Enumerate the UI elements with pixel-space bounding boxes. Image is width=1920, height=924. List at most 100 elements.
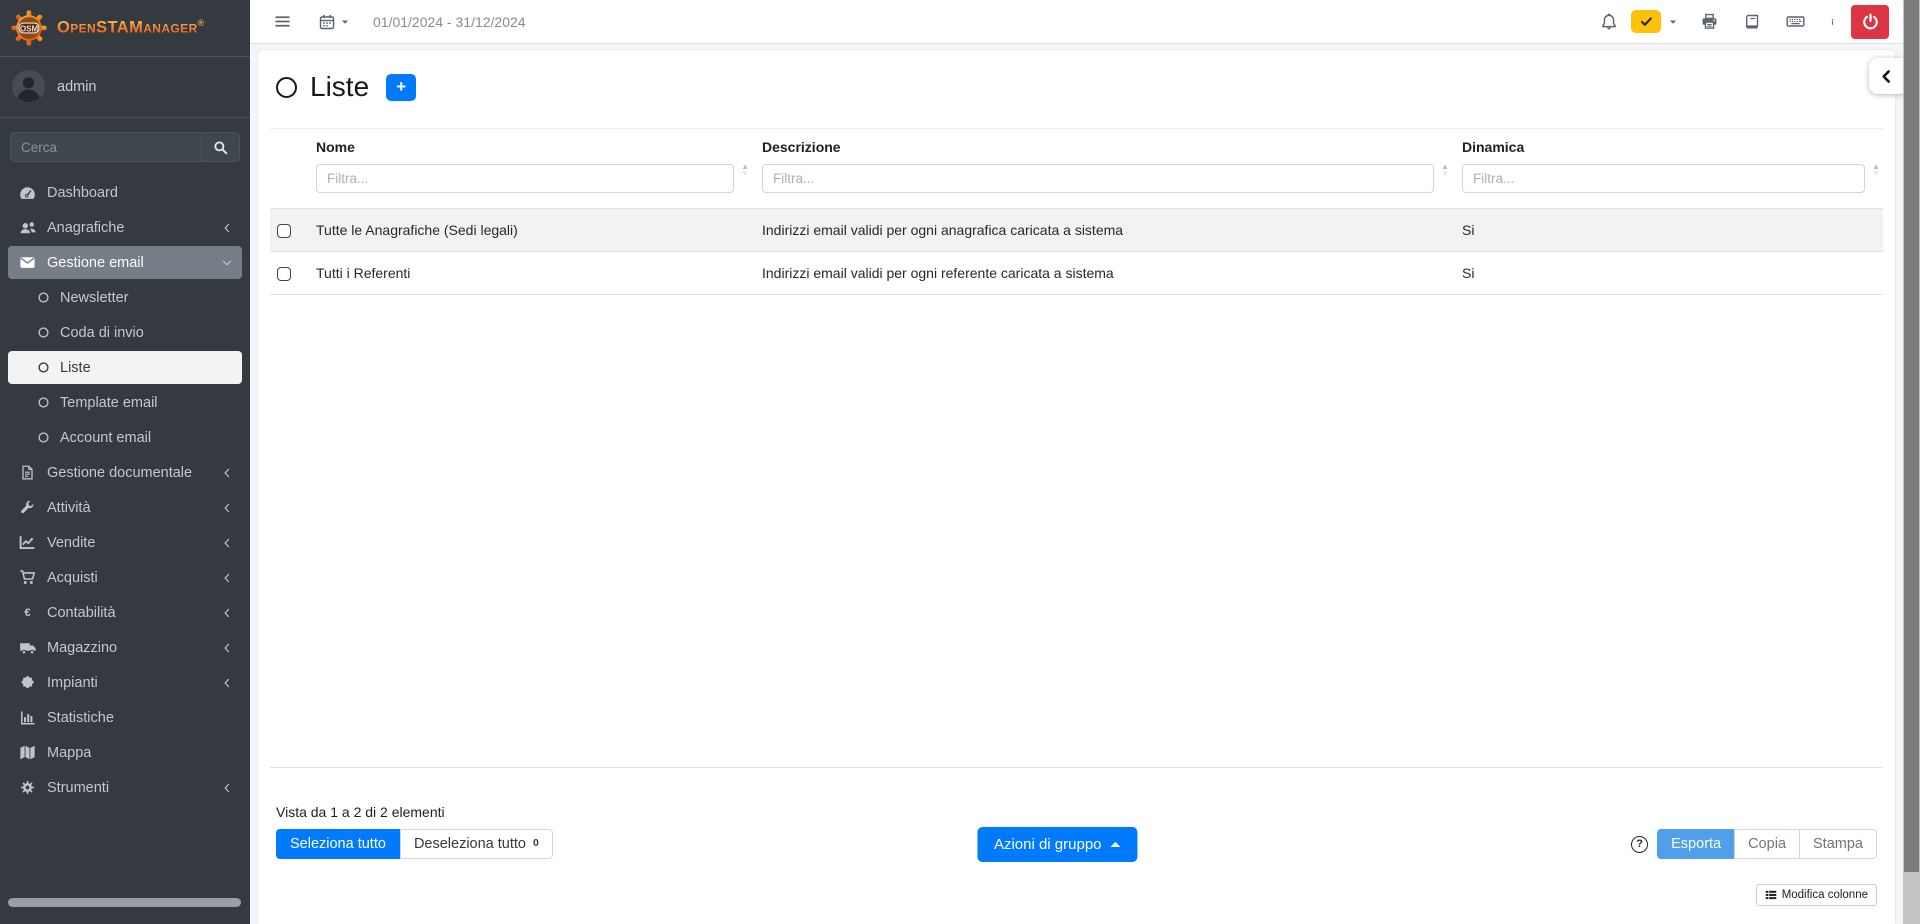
sidebar-item-strumenti[interactable]: Strumenti [8,771,242,804]
caret-down-icon[interactable] [1667,16,1679,28]
selected-count: 0 [533,837,539,849]
hamburger-menu-icon[interactable] [274,13,291,30]
sidebar-item-gestione-documentale[interactable]: Gestione documentale [8,456,242,489]
circle-icon [35,291,51,304]
circle-icon [35,431,51,444]
sidebar-item-anagrafiche[interactable]: Anagrafiche [8,211,242,244]
brand-logo[interactable]: OSM OpenSTAManager® [0,0,250,57]
cog-icon [17,780,38,795]
sort-icons[interactable]: ▲▼ [1441,163,1449,177]
caret-up-icon [1111,842,1121,847]
sidebar-item-contabilit[interactable]: €Contabilità [8,596,242,629]
edit-columns-button[interactable]: Modifica colonne [1756,884,1877,906]
user-name: admin [57,79,97,95]
content-card: Liste + Nome ▲▼ Descrizione ▲▼ [258,50,1895,924]
group-actions-button[interactable]: Azioni di gruppo [977,827,1138,862]
page-header: Liste + [276,72,1877,102]
sidebar-item-template-email[interactable]: Template email [8,386,242,419]
keyboard-shortcuts-icon[interactable] [1786,12,1805,31]
date-range[interactable]: 01/01/2024 - 31/12/2024 [373,14,526,30]
search-input[interactable] [11,133,201,161]
sidebar-item-attivit[interactable]: Attività [8,491,242,524]
cell-descrizione: Indirizzi email validi per ogni referent… [752,252,1452,295]
sidebar-item-coda-di-invio[interactable]: Coda di invio [8,316,242,349]
chart-bar-icon [17,710,38,726]
sort-icons[interactable]: ▲▼ [1872,163,1880,177]
cell-descrizione: Indirizzi email validi per ogni anagrafi… [752,209,1452,252]
map-icon [17,744,38,761]
sidebar-item-mappa[interactable]: Mappa [8,736,242,769]
wrench-icon [17,500,38,515]
select-all-button[interactable]: Seleziona tutto [276,829,400,859]
users-icon [17,219,38,237]
deselect-all-button[interactable]: Deseleziona tutto0 [400,829,553,859]
gear-logo-icon: OSM [10,9,48,47]
print-icon[interactable] [1701,13,1718,30]
check-icon [1640,15,1653,28]
sidebar-item-account-email[interactable]: Account email [8,421,242,454]
page-title: Liste [310,71,369,103]
sidebar-item-liste[interactable]: Liste [8,351,242,384]
chevron-left-icon [221,537,233,549]
filter-dinamica-input[interactable] [1462,164,1865,193]
selection-buttons: Seleziona tutto Deseleziona tutto0 [276,829,553,859]
chart-line-icon [17,534,38,551]
chevron-left-icon [221,467,233,479]
help-icon[interactable]: ? [1631,836,1648,853]
sidebar-item-statistiche[interactable]: Statistiche [8,701,242,734]
table-row[interactable]: Tutte le Anagrafiche (Sedi legali)Indiri… [270,209,1883,252]
svg-text:€: € [24,607,31,619]
info-icon[interactable] [1829,14,1836,30]
filter-nome-input[interactable] [316,164,734,193]
sidebar-search [10,132,240,162]
file-icon [17,465,38,480]
row-checkbox[interactable] [277,224,291,238]
sidebar-item-newsletter[interactable]: Newsletter [8,281,242,314]
sidebar-item-impianti[interactable]: Impianti [8,666,242,699]
th-list-icon [1765,889,1777,901]
sidebar-item-dashboard[interactable]: Dashboard [8,176,242,209]
export-button[interactable]: Esporta [1657,829,1735,859]
vertical-scrollbar-track[interactable] [1903,0,1920,924]
registered-mark: ® [198,18,205,28]
row-checkbox[interactable] [277,267,291,281]
liste-table: Nome ▲▼ Descrizione ▲▼ Dinamica ▲▼ [270,128,1883,295]
chevron-left-icon [221,677,233,689]
chevron-left-icon [221,607,233,619]
column-dinamica: Dinamica ▲▼ [1452,129,1883,209]
results-summary: Vista da 1 a 2 di 2 elementi [276,804,1877,820]
cell-nome: Tutti i Referenti [306,252,752,295]
sidebar-item-acquisti[interactable]: Acquisti [8,561,242,594]
power-icon [1862,13,1879,30]
sidebar-item-gestione-email[interactable]: Gestione email [8,246,242,279]
status-check-button[interactable] [1631,10,1661,33]
export-buttons: ? Esporta Copia Stampa [1631,829,1877,859]
calendar-icon [319,14,335,30]
table-empty-area [270,295,1883,768]
sidebar-item-vendite[interactable]: Vendite [8,526,242,559]
chevron-left-icon [221,642,233,654]
user-panel[interactable]: admin [0,57,250,118]
sort-icons[interactable]: ▲▼ [741,163,749,177]
vertical-scrollbar-thumb[interactable] [1904,0,1919,872]
main-area: 01/01/2024 - 31/12/2024 Liste + [250,0,1903,924]
filter-descrizione-input[interactable] [762,164,1434,193]
sidebar-h-scrollbar[interactable] [8,898,241,907]
sidebar-item-magazzino[interactable]: Magazzino [8,631,242,664]
table-row[interactable]: Tutti i ReferentiIndirizzi email validi … [270,252,1883,295]
docs-book-icon[interactable] [1744,14,1760,30]
search-button[interactable] [201,133,239,161]
chevron-down-icon [221,257,233,269]
chevron-left-icon [1879,69,1894,84]
cell-dinamica: Si [1452,209,1883,252]
truck-icon [17,639,38,657]
copy-button[interactable]: Copia [1734,829,1800,859]
add-record-button[interactable]: + [386,74,416,101]
logout-button[interactable] [1851,5,1889,39]
calendar-dropdown[interactable] [319,14,351,30]
cart-icon [17,569,38,586]
circle-icon [35,326,51,339]
search-icon [213,140,228,155]
bell-icon[interactable] [1600,13,1618,31]
print-button[interactable]: Stampa [1799,829,1877,859]
